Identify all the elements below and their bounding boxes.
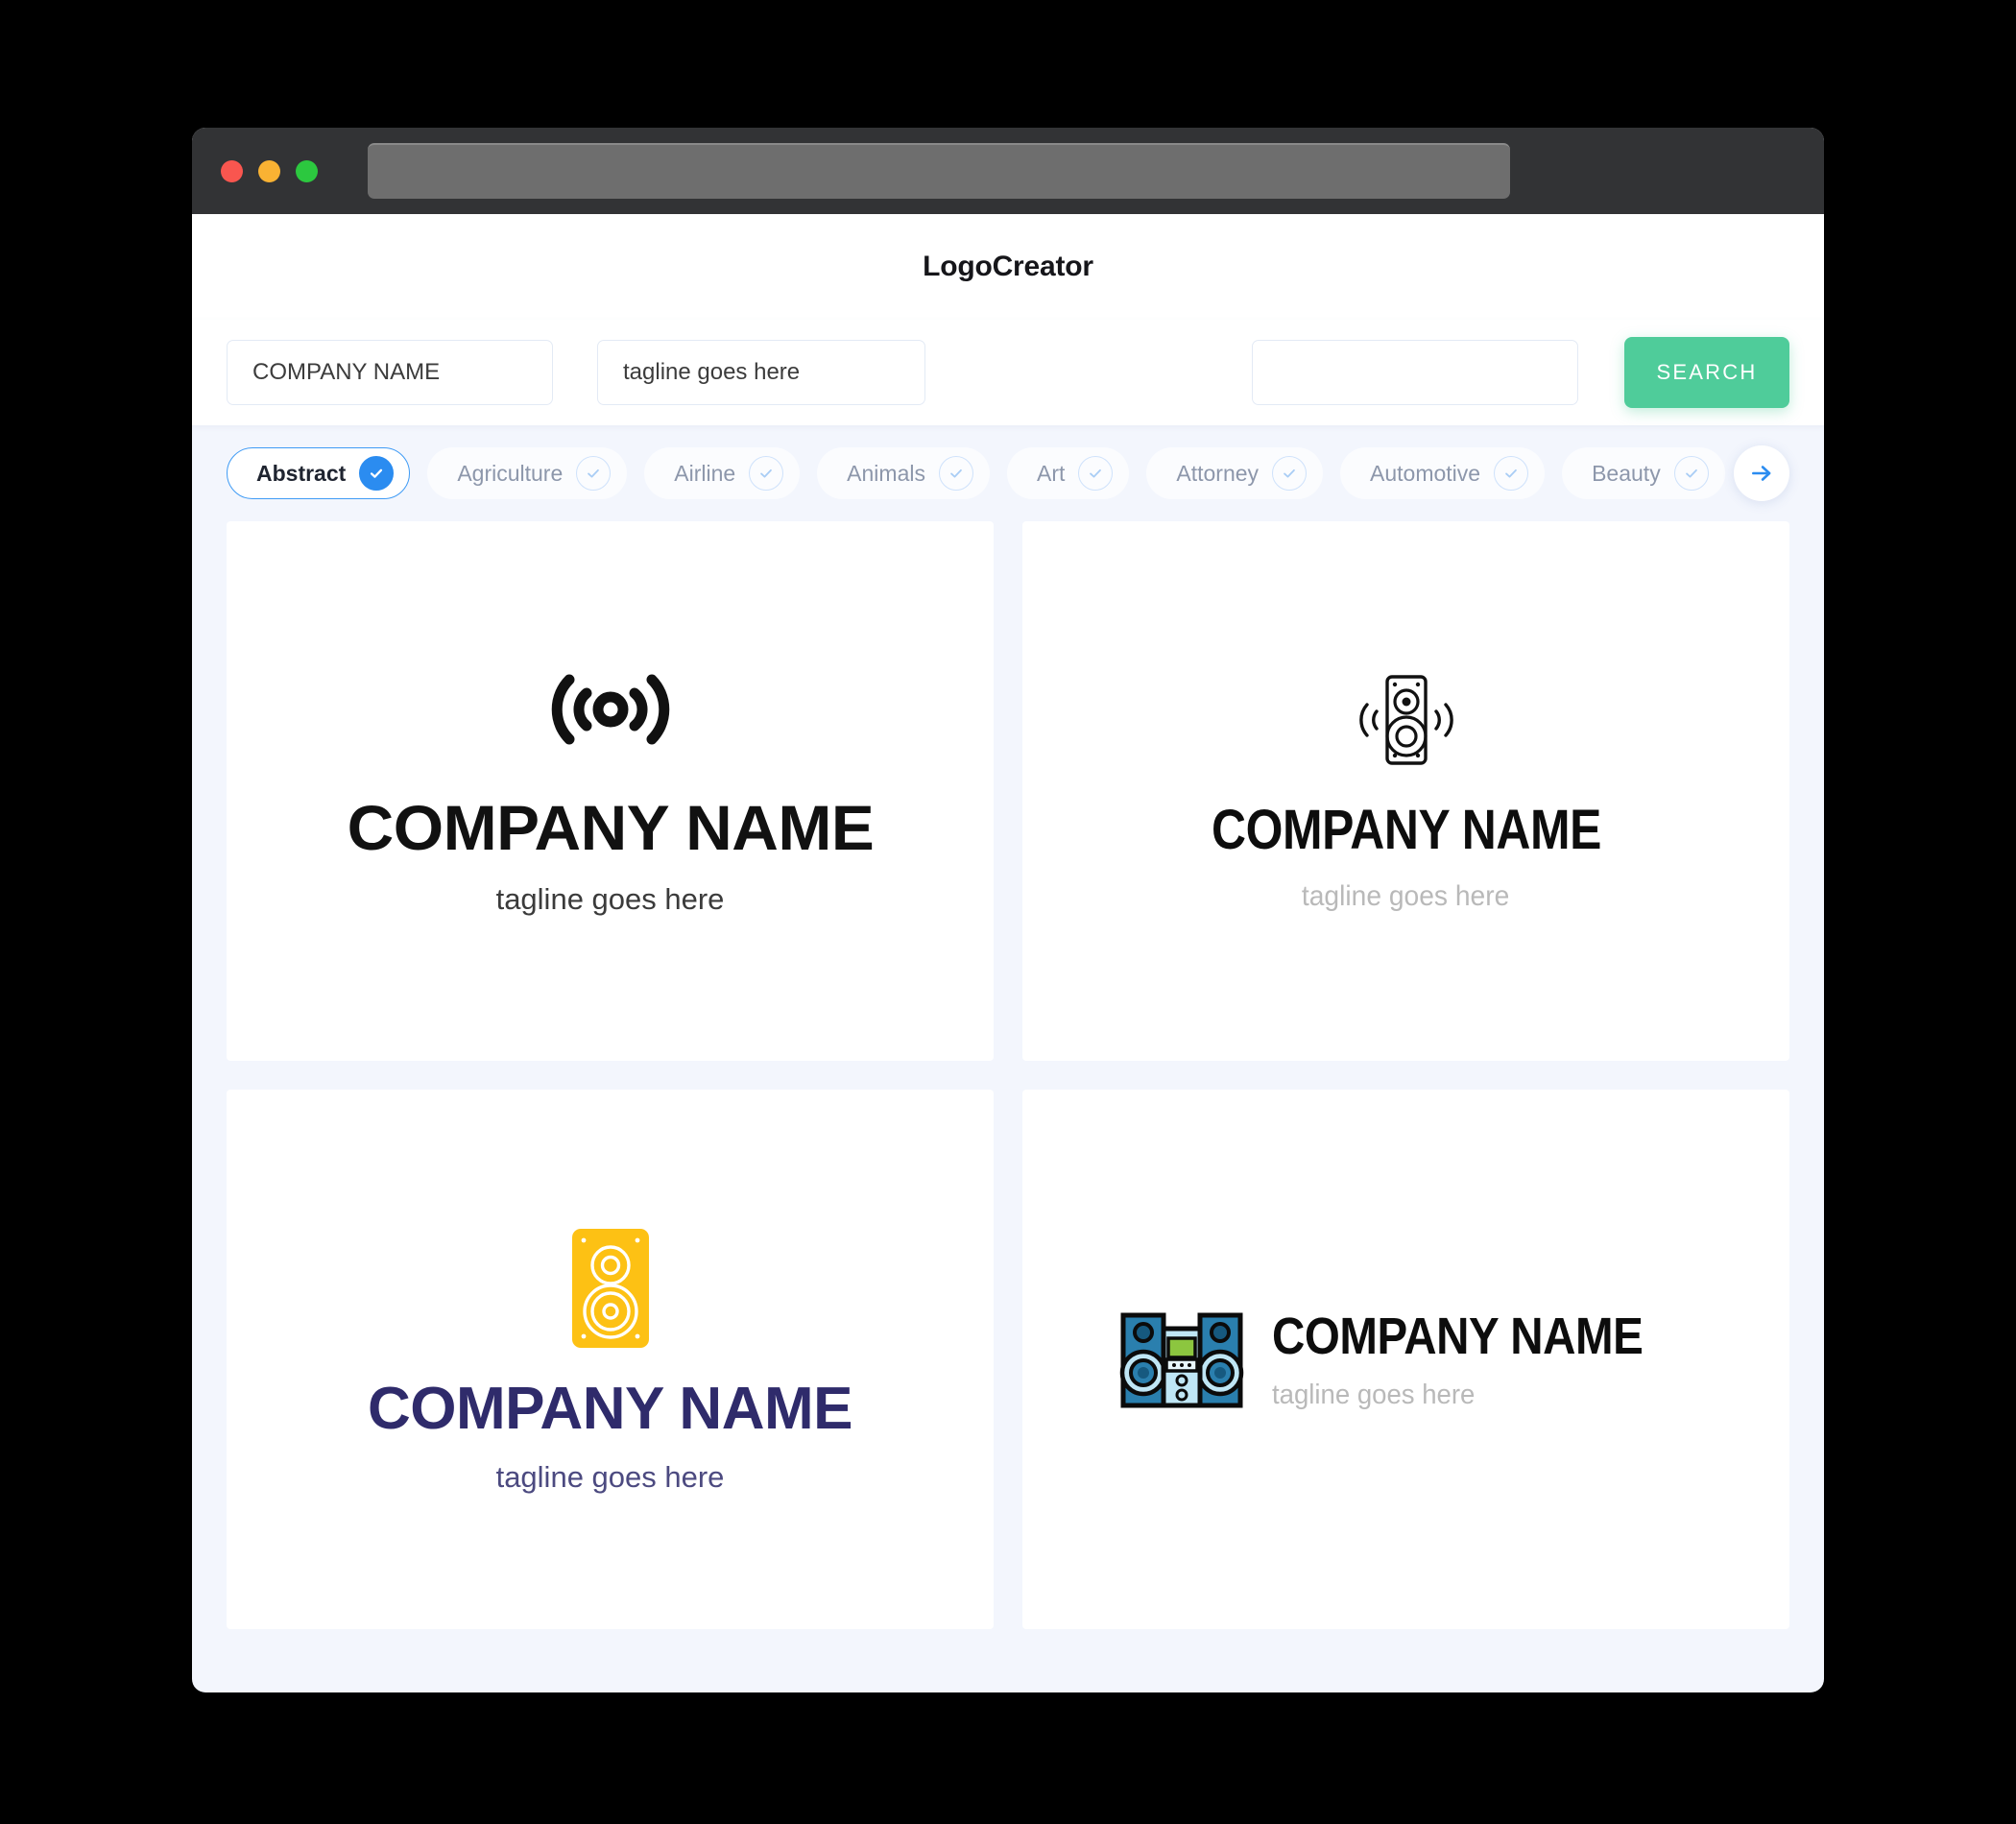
category-pill-animals[interactable]: Animals [817,447,990,499]
category-filter-bar: Abstract Agriculture Airline Animals Art [192,425,1824,521]
maximize-window-button[interactable] [296,159,318,182]
logo-tagline: tagline goes here [1271,1379,1476,1410]
check-icon [938,456,973,491]
category-label: Agriculture [457,460,564,486]
url-bar[interactable] [368,143,1510,199]
minimize-window-button[interactable] [258,159,280,182]
category-pill-abstract[interactable]: Abstract [227,447,411,499]
check-icon [576,456,612,491]
category-pill-attorney[interactable]: Attorney [1146,447,1324,499]
logo-tagline: tagline goes here [1302,880,1510,912]
logo-company-name: COMPANY NAME [1271,1307,1644,1365]
check-icon [1078,456,1114,491]
category-label: Airline [674,460,736,486]
check-icon [359,456,395,491]
category-pill-airline[interactable]: Airline [644,447,801,499]
arrow-right-icon [1752,466,1771,481]
logo-tagline: tagline goes here [495,882,725,916]
category-pill-beauty[interactable]: Beauty [1562,447,1725,499]
category-label: Animals [847,460,925,486]
company-name-input[interactable] [227,340,553,405]
loudspeaker-waves-icon [1344,671,1469,774]
traffic-lights [221,159,318,182]
search-toolbar: SEARCH [192,320,1824,425]
logo-tagline: tagline goes here [495,1460,725,1494]
logo-card[interactable]: COMPANY NAME tagline goes here [227,521,994,1061]
logo-card[interactable]: COMPANY NAME tagline goes here [1022,521,1789,1061]
category-label: Beauty [1592,460,1661,486]
category-label: Art [1036,460,1066,486]
keyword-input[interactable] [1252,340,1578,405]
logo-card[interactable]: COMPANY NAME tagline goes here [1022,1090,1789,1629]
browser-titlebar [192,128,1824,214]
logo-company-name: COMPANY NAME [1211,799,1601,861]
logo-results-grid: COMPANY NAME tagline goes here COMPANY N… [192,521,1824,1654]
app-header: LogoCreator [192,214,1824,320]
tagline-input[interactable] [597,340,925,405]
category-pill-art[interactable]: Art [1006,447,1130,499]
check-icon [1673,456,1709,491]
logo-card[interactable]: COMPANY NAME tagline goes here [227,1090,994,1629]
category-pill-agriculture[interactable]: Agriculture [427,447,628,499]
category-pill-automotive[interactable]: Automotive [1340,447,1546,499]
search-button[interactable]: SEARCH [1624,337,1789,408]
check-icon [749,456,784,491]
logo-company-name: COMPANY NAME [347,792,874,863]
category-label: Abstract [256,460,347,486]
stereo-system-icon [1118,1304,1245,1416]
check-icon [1494,456,1529,491]
category-label: Attorney [1176,460,1260,486]
close-window-button[interactable] [221,159,243,182]
next-categories-button[interactable] [1734,445,1789,501]
speaker-box-icon [570,1227,651,1355]
category-label: Automotive [1370,460,1481,486]
page-title: LogoCreator [923,251,1093,282]
browser-window: LogoCreator SEARCH Abstract Agriculture … [192,128,1824,1692]
signal-waves-icon [548,668,673,756]
logo-company-name: COMPANY NAME [368,1376,852,1442]
check-icon [1272,456,1308,491]
